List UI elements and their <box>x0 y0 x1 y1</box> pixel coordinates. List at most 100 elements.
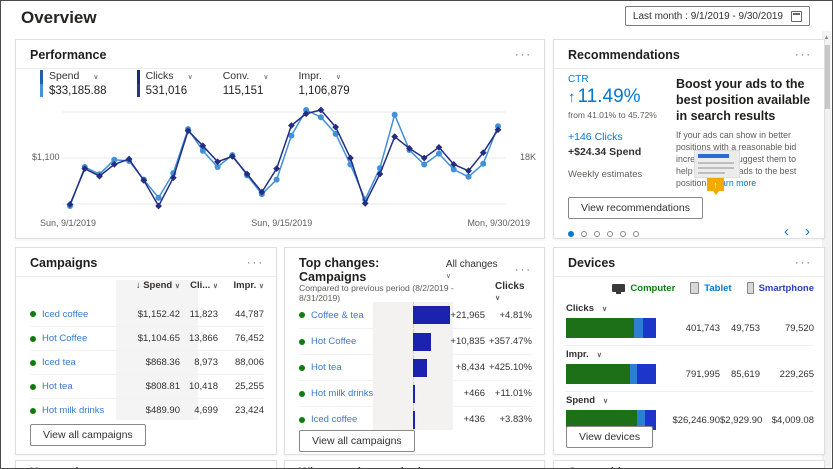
column-header-impr[interactable]: Impr. ∨ <box>218 280 264 291</box>
view-all-campaigns-button[interactable]: View all campaigns <box>299 430 415 452</box>
status-dot-icon <box>30 383 36 390</box>
campaign-cell: Hot milk drinks <box>299 388 439 399</box>
date-range-picker[interactable]: Last month : 9/1/2019 - 9/30/2019 <box>624 6 810 26</box>
device-metric-group: Impr. ∨ 791,995 85,619 229,265 <box>566 346 814 392</box>
campaign-link[interactable]: Iced coffee <box>42 309 88 320</box>
calendar-icon <box>791 10 802 22</box>
campaigns-column-headers: ↓ Spend ∨ Cli... ∨ Impr. ∨ <box>30 280 264 291</box>
change-bar <box>413 306 450 324</box>
status-dot-icon <box>299 312 305 318</box>
device-value: 79,520 <box>784 322 814 334</box>
campaign-link[interactable]: Hot Coffee <box>42 333 87 344</box>
performance-card-title: Performance <box>30 48 107 62</box>
performance-more-menu[interactable]: ··· <box>515 50 532 61</box>
metric-value: 1,106,879 <box>298 85 350 97</box>
device-bar-row: 401,743 49,753 79,520 <box>566 318 814 338</box>
x-axis-label-mid: Sun, 9/15/2019 <box>251 218 313 228</box>
y-axis-right-tick: 18K <box>519 152 536 162</box>
legend-label: Tablet <box>704 282 732 294</box>
metric-clicks[interactable]: Clicks ∨ 531,016 <box>136 70 193 97</box>
impr-value: 76,452 <box>234 333 264 344</box>
change-percent: +3.83% <box>499 414 533 425</box>
campaign-link[interactable]: Hot milk drinks <box>42 405 104 416</box>
pagination-dot[interactable] <box>620 231 626 237</box>
change-bar <box>413 359 428 377</box>
campaign-link[interactable]: Iced coffee <box>311 414 357 425</box>
clicks-delta: +146 Clicks <box>568 131 623 143</box>
up-arrow-icon: ↑ <box>568 89 576 106</box>
performance-line-chart[interactable] <box>16 100 546 216</box>
devices-card-title: Devices <box>568 256 616 270</box>
metric-value: 115,151 <box>222 85 264 97</box>
bar-segment-smartphone <box>637 364 656 384</box>
ctr-value: ↑ 11.49% <box>568 86 641 107</box>
metric-color-bar <box>136 70 140 97</box>
campaign-cell: Hot Coffee <box>30 333 110 344</box>
metric-conv[interactable]: Conv. ∨ 115,151 <box>223 70 269 97</box>
metric-impr[interactable]: Impr. ∨ 1,106,879 <box>298 70 349 97</box>
campaign-link[interactable]: Iced tea <box>42 357 76 368</box>
view-all-campaigns-button[interactable]: View all campaigns <box>30 424 146 446</box>
competition-card-partial: Competition Impression share <box>553 460 825 468</box>
recommendations-more-menu[interactable]: ··· <box>795 50 812 61</box>
recommendations-card: Recommendations ··· CTR ↑ 11.49% from 41… <box>553 39 825 240</box>
change-percent: +425.10% <box>488 362 532 373</box>
table-row: Hot tea +8,434 +425.10% <box>299 354 532 380</box>
spend-value: $868.36 <box>145 357 180 368</box>
pagination-dots <box>568 231 639 237</box>
recommendation-stats: CTR ↑ 11.49% from 41.01% to 45.72% +146 … <box>568 74 672 180</box>
campaign-link[interactable]: Hot Coffee <box>311 336 356 347</box>
campaign-link[interactable]: Hot tea <box>311 362 342 373</box>
column-header-spend[interactable]: ↓ Spend ∨ <box>110 280 180 291</box>
carousel-pager: ‹ › <box>784 223 810 240</box>
device-value: 49,753 <box>730 322 760 334</box>
campaigns-more-menu[interactable]: ··· <box>247 258 264 269</box>
bar-segment-tablet <box>634 318 643 338</box>
table-row: Hot Coffee +10,835 +357.47% <box>299 328 532 354</box>
metric-spend[interactable]: Spend ∨ $33,185.88 <box>40 70 107 97</box>
column-header-clicks[interactable]: Cli... ∨ <box>180 280 218 291</box>
campaign-cell: Iced coffee <box>299 414 439 425</box>
table-row: Hot tea $808.81 10,418 25,255 <box>30 374 264 398</box>
next-chevron-icon[interactable]: › <box>805 223 810 240</box>
chevron-down-icon[interactable]: ∨ <box>188 74 193 81</box>
status-dot-icon <box>30 359 36 366</box>
prev-chevron-icon[interactable]: ‹ <box>784 223 789 240</box>
legend-smartphone[interactable]: Smartphone <box>746 282 814 294</box>
ctr-label: CTR <box>568 74 589 85</box>
chevron-down-icon[interactable]: ∨ <box>93 74 98 81</box>
pagination-dot[interactable] <box>633 231 639 237</box>
campaigns-card: Campaigns ··· ↓ Spend ∨ Cli... ∨ Impr. ∨… <box>15 247 277 455</box>
pagination-dot[interactable] <box>581 231 587 237</box>
pagination-dot[interactable] <box>568 231 574 237</box>
top-changes-more-menu[interactable]: ··· <box>515 265 532 276</box>
chevron-down-icon[interactable]: ∨ <box>336 74 341 81</box>
chevron-down-icon[interactable]: ∨ <box>263 74 268 81</box>
campaign-cell: Hot milk drinks <box>30 405 110 416</box>
change-bar <box>413 411 415 429</box>
devices-more-menu[interactable]: ··· <box>795 258 812 269</box>
tablet-icon <box>690 282 700 294</box>
view-devices-button[interactable]: View devices <box>566 426 654 448</box>
ctr-range: from 41.01% to 45.72% <box>568 110 657 120</box>
status-dot-icon <box>30 311 36 317</box>
all-changes-dropdown[interactable]: All changes ∨ <box>446 259 503 281</box>
device-value: 791,995 <box>685 368 720 380</box>
metric-dropdown[interactable]: Impr. ∨ <box>566 349 814 360</box>
metric-dropdown[interactable]: Spend ∨ <box>566 395 814 406</box>
campaign-link[interactable]: Hot tea <box>42 381 73 392</box>
impr-value: 88,006 <box>234 357 264 368</box>
metric-dropdown[interactable]: Clicks ∨ <box>566 303 814 314</box>
campaigns-card-title: Campaigns <box>30 256 98 270</box>
clicks-metric-dropdown[interactable]: Clicks ∨ <box>495 281 532 303</box>
legend-tablet[interactable]: Tablet <box>690 282 732 294</box>
pagination-dot[interactable] <box>607 231 613 237</box>
campaign-link[interactable]: Coffee & tea <box>311 310 364 321</box>
campaign-link[interactable]: Hot milk drinks <box>311 388 373 399</box>
divider <box>16 276 276 277</box>
bar-segment-tablet <box>630 364 638 384</box>
legend-computer[interactable]: Computer <box>612 283 675 294</box>
pagination-dot[interactable] <box>594 231 600 237</box>
chevron-down-icon: ∨ <box>258 283 264 290</box>
view-recommendations-button[interactable]: View recommendations <box>568 197 703 219</box>
